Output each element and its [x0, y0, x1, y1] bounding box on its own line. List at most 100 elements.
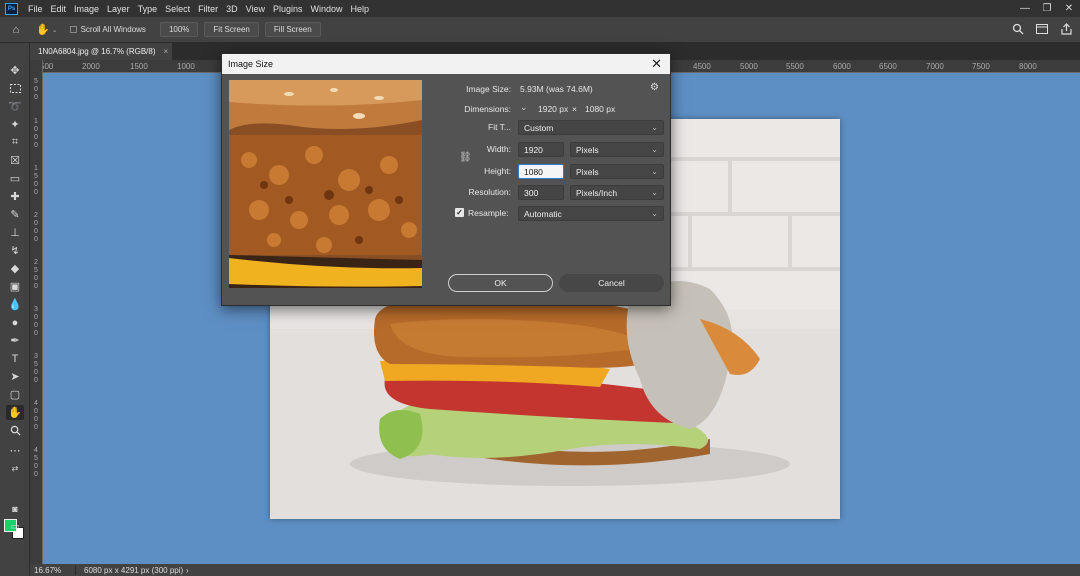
ruler-label: 4 5 0 0 [34, 447, 38, 478]
image-size-value: 5.93M (was 74.6M) [520, 84, 593, 94]
marquee-tool-icon[interactable] [6, 81, 24, 96]
image-size-dialog: Image Size ✕ Image Size: 5.93M (was 74.6… [221, 53, 671, 306]
rectangle-tool-icon[interactable]: ▢ [6, 387, 24, 402]
fill-screen-button[interactable]: Fill Screen [264, 22, 321, 37]
swap-colors-icon[interactable]: ⇄ [6, 461, 24, 476]
options-right-icons [1010, 21, 1074, 37]
pen-tool-icon[interactable]: ✒ [6, 333, 24, 348]
menu-type[interactable]: Type [134, 4, 162, 14]
brush-tool-icon[interactable]: ✎ [6, 207, 24, 222]
ruler-label: 2 0 0 0 [34, 212, 38, 243]
menu-plugins[interactable]: Plugins [269, 4, 307, 14]
home-icon[interactable]: ⌂ [8, 22, 24, 38]
menu-layer[interactable]: Layer [103, 4, 134, 14]
hand-tool-icon[interactable]: ✋ [36, 23, 50, 36]
ruler-label: 7000 [926, 62, 944, 71]
gradient-tool-icon[interactable]: ▣ [6, 279, 24, 294]
dodge-tool-icon[interactable]: ● [6, 315, 24, 330]
eraser-tool-icon[interactable]: ◆ [6, 261, 24, 276]
scroll-all-windows-label: Scroll All Windows [80, 25, 146, 34]
menu-window[interactable]: Window [307, 4, 347, 14]
status-bar: 16.67% 6080 px x 4291 px (300 ppi) › [30, 564, 1080, 576]
dimensions-width: 1920 px [538, 104, 569, 114]
screen-mode-icon[interactable]: ▭ [6, 519, 24, 534]
resolution-unit-value: Pixels/Inch [576, 187, 618, 198]
menu-filter[interactable]: Filter [194, 4, 222, 14]
fit-to-value: Custom [524, 122, 554, 133]
menu-select[interactable]: Select [161, 4, 194, 14]
hand-tool-icon[interactable]: ✋ [6, 405, 24, 420]
document-tab[interactable]: 1N0A6804.jpg @ 16.7% (RGB/8) × [30, 43, 172, 60]
menu-view[interactable]: View [242, 4, 269, 14]
cancel-button[interactable]: Cancel [559, 274, 664, 292]
more-tools-icon[interactable]: ⋯ [6, 443, 24, 458]
ruler-label: 4500 [693, 62, 711, 71]
healing-brush-icon[interactable]: ✚ [6, 189, 24, 204]
options-bar: ⌂ ✋ ⌄ Scroll All Windows 100% Fit Screen… [0, 17, 1080, 43]
lasso-tool-icon[interactable]: ➰ [6, 99, 24, 114]
width-input[interactable]: 1920 [518, 142, 564, 157]
width-unit-value: Pixels [576, 144, 599, 155]
width-label: Width: [486, 144, 511, 154]
fit-to-label: Fit T... [488, 122, 511, 132]
tools-panel: ✥ ➰ ✦ ⌗ ☒ ▭ ✚ ✎ ⊥ ↯ ◆ ▣ 💧 ● ✒ T ➤ ▢ ✋ ⋯ … [0, 43, 30, 576]
ruler-label: 7500 [972, 62, 990, 71]
blur-tool-icon[interactable]: 💧 [6, 297, 24, 312]
close-icon[interactable]: ✕ [1058, 0, 1080, 17]
fit-to-select[interactable]: Custom ⌄ [518, 120, 664, 135]
height-input[interactable]: 1080 [518, 164, 564, 179]
magic-wand-tool-icon[interactable]: ✦ [6, 117, 24, 132]
path-selection-icon[interactable]: ➤ [6, 369, 24, 384]
close-icon[interactable]: ✕ [651, 56, 662, 72]
ruler-label: 1500 [130, 62, 148, 71]
zoom-tool-icon[interactable] [6, 423, 24, 438]
ruler-label: 5500 [786, 62, 804, 71]
chevron-down-icon[interactable]: ⌄ [52, 26, 58, 34]
status-menu-arrow-icon[interactable]: › [186, 566, 189, 575]
frame-tool-icon[interactable]: ☒ [6, 153, 24, 168]
height-unit-select[interactable]: Pixels ⌄ [570, 164, 664, 179]
settings-gear-icon[interactable]: ⚙ [650, 82, 659, 93]
resolution-unit-select[interactable]: Pixels/Inch ⌄ [570, 185, 664, 200]
zoom-100-button[interactable]: 100% [159, 22, 199, 37]
height-unit-value: Pixels [576, 166, 599, 177]
menu-3d[interactable]: 3D [222, 4, 242, 14]
ruler-label: 4 0 0 0 [34, 400, 38, 431]
chevron-down-icon: ⌄ [651, 188, 658, 197]
dimensions-unit-chevron-icon[interactable]: ⌄ [520, 102, 528, 113]
ruler-label: 1000 [177, 62, 195, 71]
ruler-label: 8000 [1019, 62, 1037, 71]
menu-file[interactable]: File [24, 4, 47, 14]
height-label: Height: [484, 166, 511, 176]
menu-edit[interactable]: Edit [47, 4, 71, 14]
ruler-label: 1 5 0 0 [34, 165, 38, 196]
image-preview[interactable] [229, 80, 422, 288]
minimize-icon[interactable]: — [1014, 0, 1036, 17]
dialog-title: Image Size [228, 59, 274, 69]
share-icon[interactable] [1058, 21, 1074, 37]
scroll-all-windows-checkbox[interactable]: Scroll All Windows [69, 25, 146, 34]
ruler-tool-icon[interactable]: ▭ [6, 171, 24, 186]
type-tool-icon[interactable]: T [6, 351, 24, 366]
history-brush-icon[interactable]: ↯ [6, 243, 24, 258]
menu-help[interactable]: Help [347, 4, 374, 14]
ruler-label: 5 0 0 [34, 78, 38, 101]
ruler-label: 3 0 0 0 [34, 306, 38, 337]
document-info: 6080 px x 4291 px (300 ppi) [84, 565, 184, 575]
zoom-level[interactable]: 16.67% [30, 565, 76, 575]
checkbox-box[interactable] [69, 26, 77, 33]
crop-tool-icon[interactable]: ⌗ [6, 135, 24, 150]
restore-icon[interactable]: ❐ [1036, 0, 1058, 17]
quick-mask-icon[interactable]: ◙ [6, 501, 24, 516]
menu-image[interactable]: Image [70, 4, 103, 14]
search-icon[interactable] [1010, 21, 1026, 37]
move-tool-icon[interactable]: ✥ [6, 63, 24, 78]
clone-stamp-icon[interactable]: ⊥ [6, 225, 24, 240]
workspace-icon[interactable] [1034, 21, 1050, 37]
resample-select[interactable]: Automatic ⌄ [518, 206, 664, 221]
resolution-input[interactable]: 300 [518, 185, 564, 200]
fit-screen-button[interactable]: Fit Screen [204, 22, 259, 37]
ok-button[interactable]: OK [448, 274, 553, 292]
close-tab-icon[interactable]: × [164, 47, 169, 56]
width-unit-select[interactable]: Pixels ⌄ [570, 142, 664, 157]
